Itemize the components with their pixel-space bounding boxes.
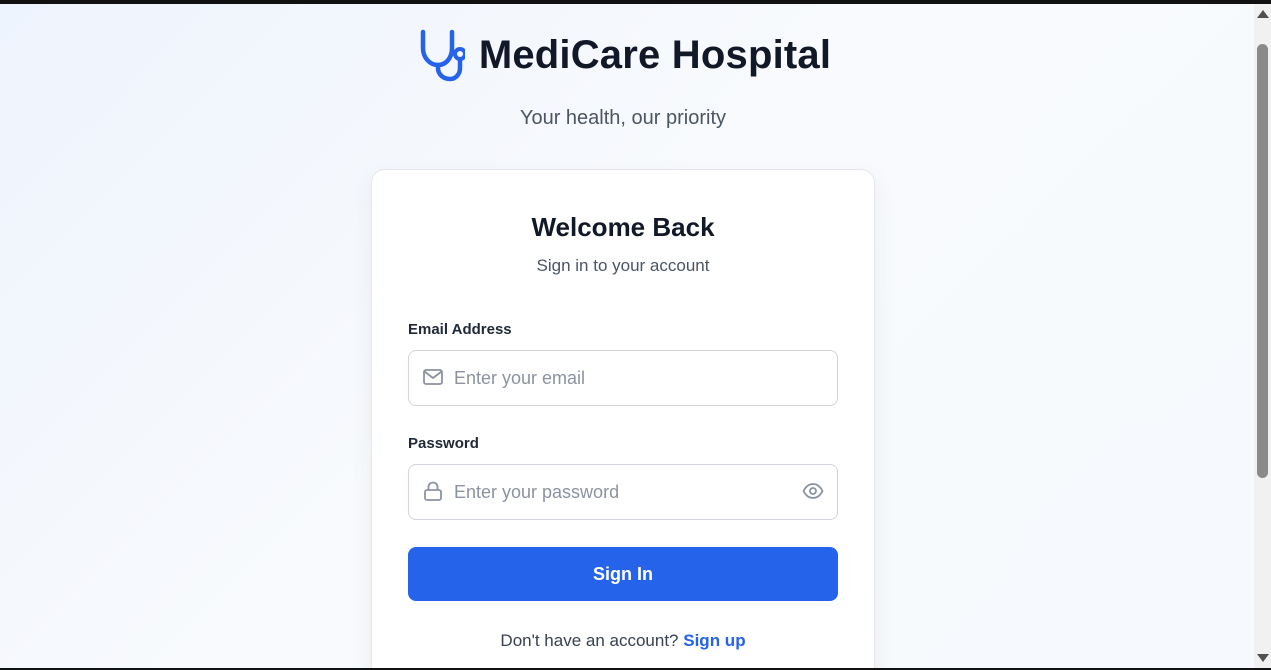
brand-tagline: Your health, our priority [519, 107, 727, 129]
login-card: Welcome Back Sign in to your account Ema… [371, 169, 875, 668]
eye-icon[interactable] [802, 480, 824, 502]
password-field[interactable] [409, 465, 837, 519]
login-page: MediCare Hospital Your health, our prior… [0, 4, 1254, 668]
sign-up-link[interactable]: Sign up [683, 631, 745, 650]
browser-viewport: MediCare Hospital Your health, our prior… [0, 4, 1271, 668]
email-field-wrapper [408, 350, 838, 406]
card-title: Welcome Back [531, 212, 715, 242]
brand-header: MediCare Hospital [0, 28, 1246, 82]
signup-prompt-text: Don't have an account? [500, 631, 679, 650]
password-label: Password [408, 435, 479, 452]
password-field-wrapper [408, 464, 838, 520]
card-subtitle: Sign in to your account [536, 256, 710, 275]
vertical-scrollbar[interactable] [1254, 4, 1271, 668]
signup-prompt-line: Don't have an account? Sign up [372, 631, 874, 651]
scroll-thumb[interactable] [1257, 44, 1268, 478]
brand-title: MediCare Hospital [478, 33, 832, 77]
stethoscope-icon [420, 29, 465, 82]
scroll-up-arrow-icon[interactable] [1257, 10, 1269, 18]
email-field[interactable] [409, 351, 837, 405]
scroll-down-arrow-icon[interactable] [1257, 654, 1269, 662]
sign-in-button[interactable]: Sign In [408, 547, 838, 601]
email-label: Email Address [408, 321, 512, 338]
